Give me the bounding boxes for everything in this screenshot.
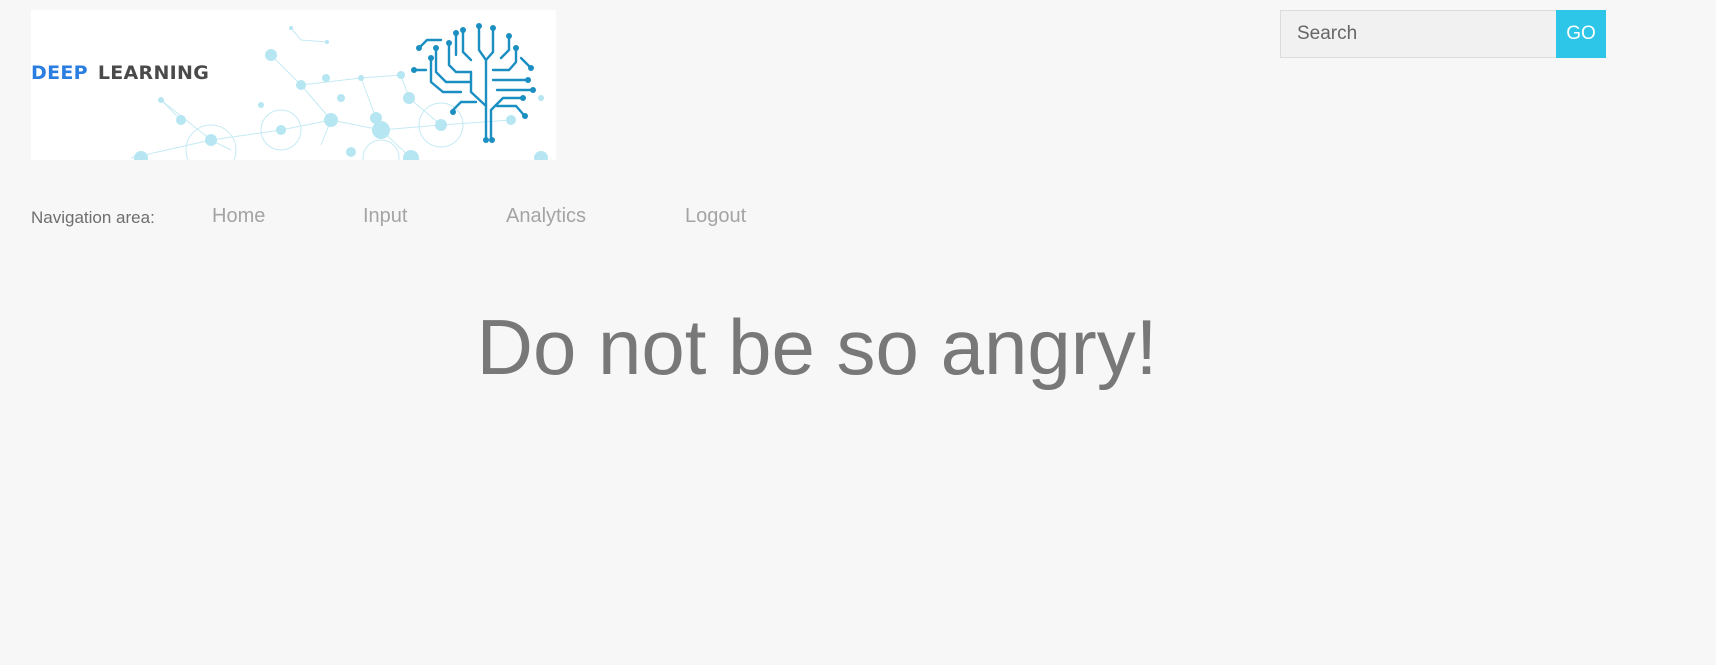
search-input[interactable] bbox=[1280, 10, 1556, 58]
logo-text: DEEP LEARNING bbox=[31, 62, 209, 84]
nav-link-logout[interactable]: Logout bbox=[685, 205, 746, 228]
logo-word-deep: DEEP bbox=[31, 62, 88, 84]
navigation-label: Navigation area: bbox=[31, 208, 155, 227]
page-headline: Do not be so angry! bbox=[476, 303, 1158, 391]
network-background-graphic bbox=[130, 23, 548, 160]
go-button[interactable]: GO bbox=[1556, 10, 1606, 58]
nav-link-home[interactable]: Home bbox=[212, 205, 265, 228]
nav-link-analytics[interactable]: Analytics bbox=[506, 205, 586, 228]
search-form: GO bbox=[1280, 10, 1606, 58]
nav-link-input[interactable]: Input bbox=[363, 205, 407, 228]
logo-word-learning: LEARNING bbox=[97, 62, 210, 84]
page: DEEP LEARNING GO Navigation area: Home In… bbox=[0, 0, 1716, 665]
header-banner: DEEP LEARNING bbox=[31, 10, 556, 160]
